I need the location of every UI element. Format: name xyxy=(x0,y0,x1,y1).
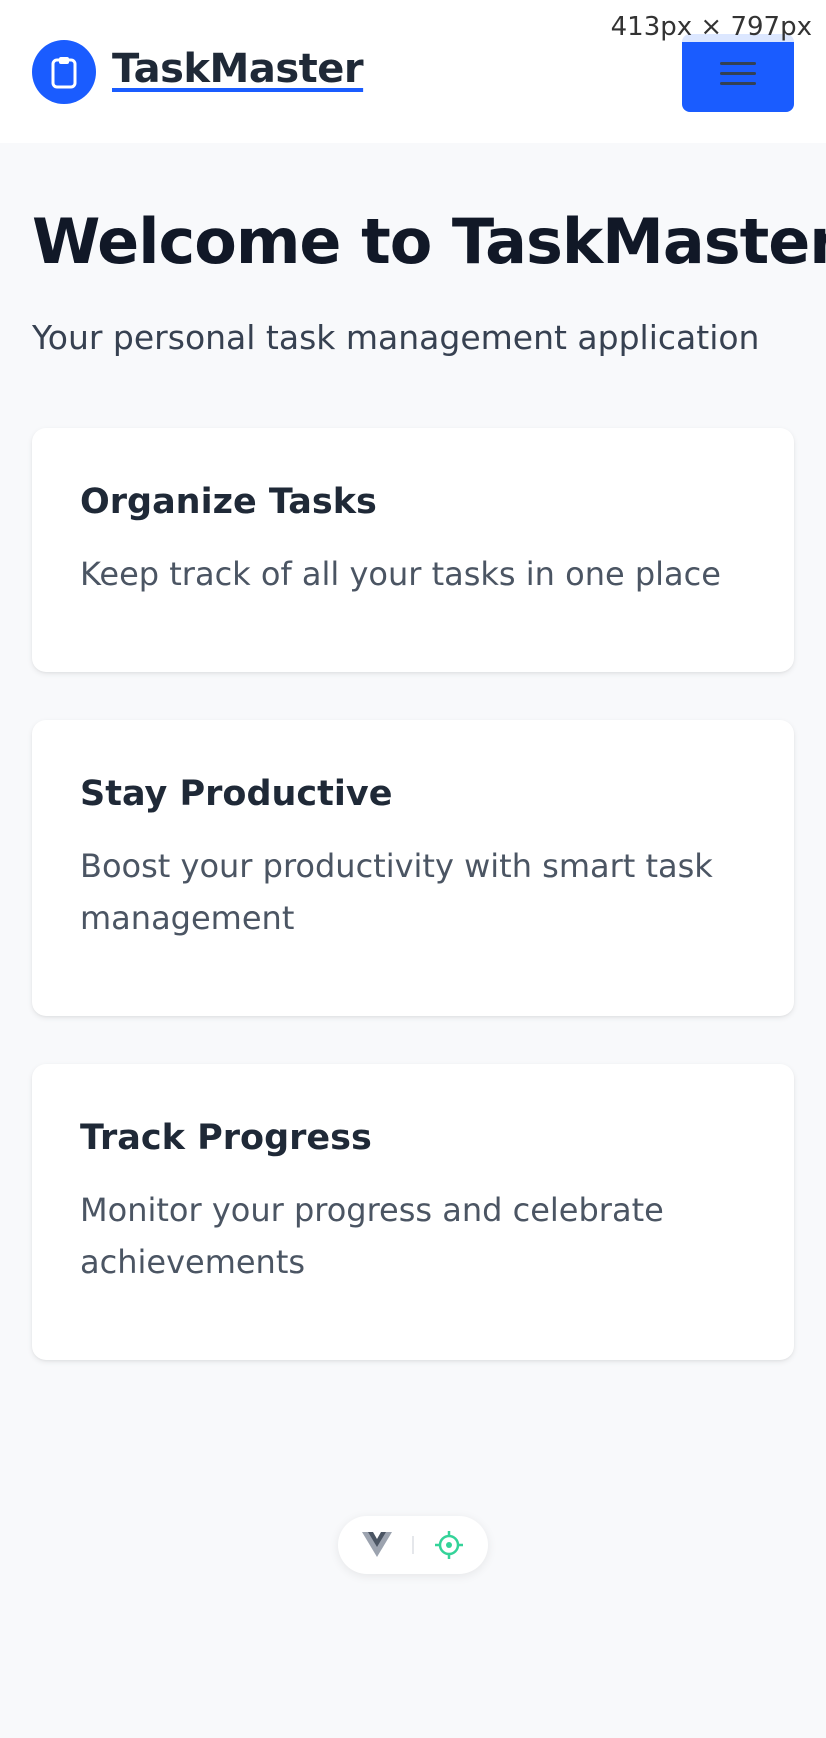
feature-card-organize-tasks: Organize Tasks Keep track of all your ta… xyxy=(32,428,794,672)
feature-card-title: Stay Productive xyxy=(80,774,393,814)
divider xyxy=(412,1536,414,1554)
crosshair-target-icon[interactable] xyxy=(434,1530,464,1560)
page-subtitle: Your personal task management applicatio… xyxy=(32,318,760,357)
viewport-size-readout: 413px × 797px xyxy=(608,12,814,42)
feature-card-title: Organize Tasks xyxy=(80,482,377,522)
app-header: TaskMaster 413px × 797px xyxy=(0,0,826,143)
page-title: Welcome to TaskMaster xyxy=(32,205,826,278)
feature-card-track-progress: Track Progress Monitor your progress and… xyxy=(32,1064,794,1360)
page: TaskMaster 413px × 797px Welcome to Task… xyxy=(0,0,826,1738)
devtools-toggle[interactable] xyxy=(338,1516,488,1574)
feature-card-title: Track Progress xyxy=(80,1118,372,1158)
menu-toggle-button[interactable] xyxy=(682,34,794,112)
vue-logo-icon[interactable] xyxy=(362,1530,392,1558)
feature-card-stay-productive: Stay Productive Boost your productivity … xyxy=(32,720,794,1016)
feature-card-description: Keep track of all your tasks in one plac… xyxy=(80,555,721,593)
clipboard-icon xyxy=(51,57,77,89)
feature-card-description: Boost your productivity with smart task … xyxy=(80,847,713,937)
feature-card-description: Monitor your progress and celebrate achi… xyxy=(80,1191,664,1281)
app-logo[interactable] xyxy=(32,40,96,104)
app-title-link[interactable]: TaskMaster xyxy=(112,46,364,92)
